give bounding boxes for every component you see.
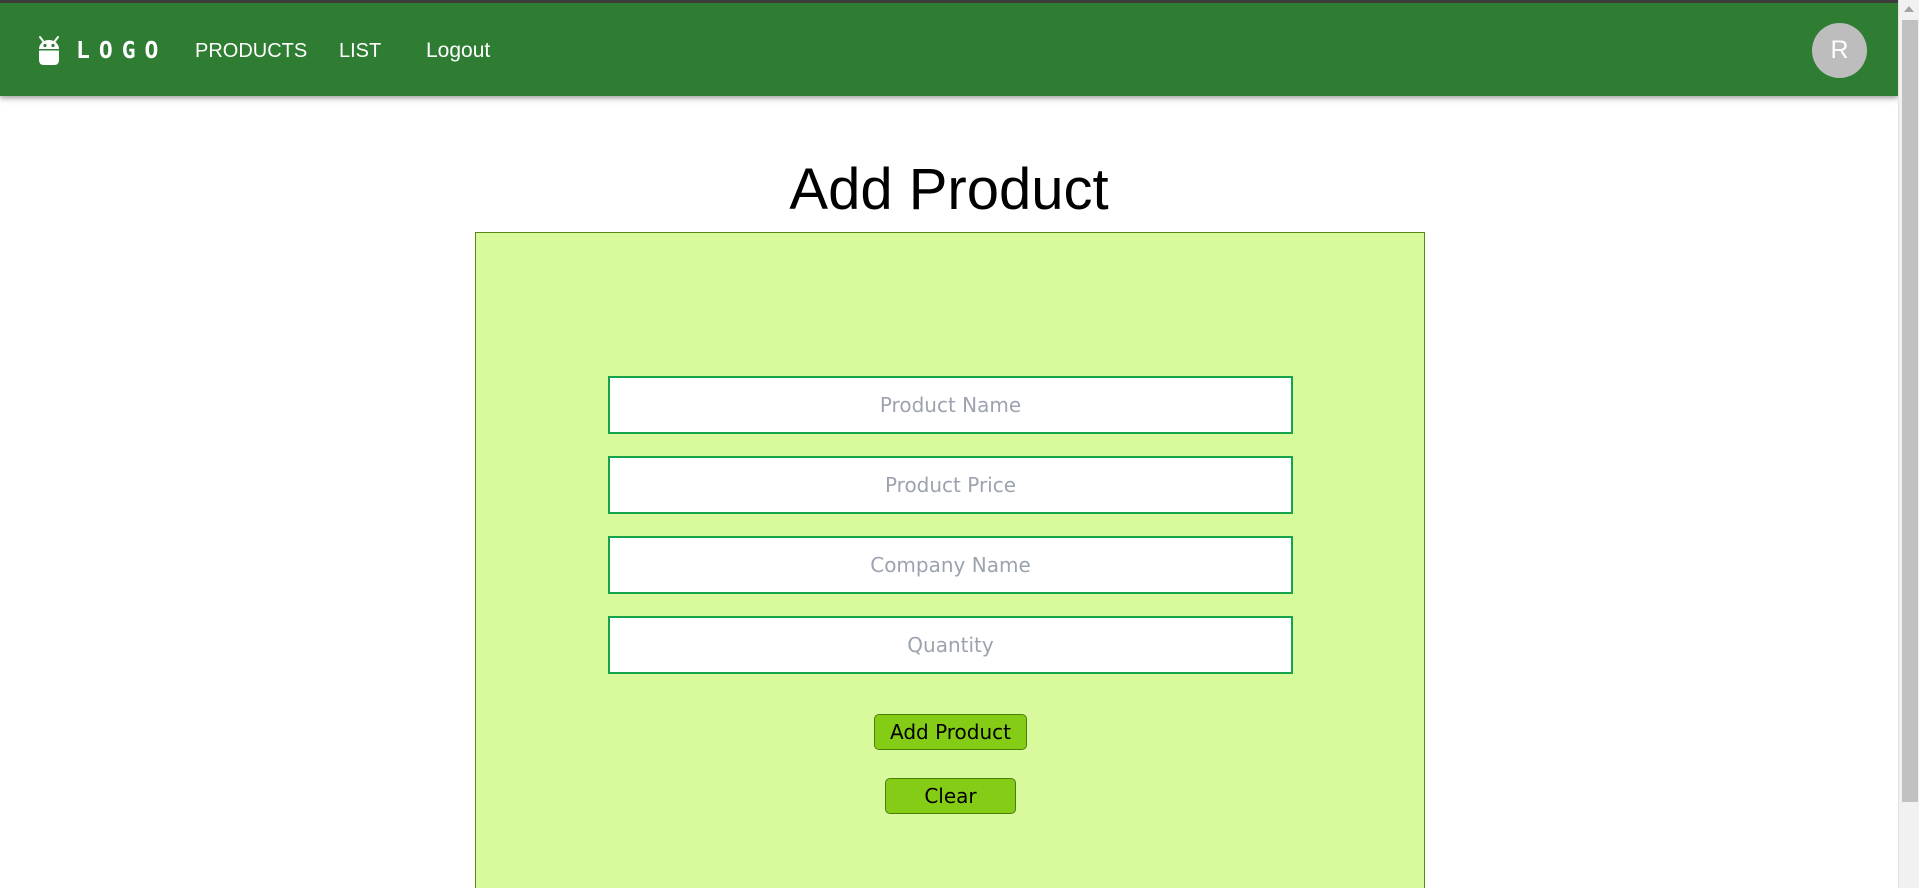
- logo-text: LOGO: [76, 38, 168, 64]
- quantity-input[interactable]: [608, 616, 1293, 674]
- product-name-input[interactable]: [608, 376, 1293, 434]
- page: LOGO PRODUCTS LIST Logout R Add Product …: [0, 0, 1919, 888]
- add-product-form: Add Product Clear: [475, 232, 1425, 888]
- scrollbar-thumb[interactable]: [1902, 20, 1918, 802]
- company-name-input[interactable]: [608, 536, 1293, 594]
- nav-link-logout[interactable]: Logout: [426, 39, 490, 63]
- nav-link-products[interactable]: PRODUCTS: [195, 39, 307, 63]
- scroll-up-arrow-icon[interactable]: [1904, 6, 1914, 12]
- clear-button[interactable]: Clear: [885, 778, 1016, 814]
- brand[interactable]: LOGO: [36, 31, 167, 71]
- nav-link-list[interactable]: LIST: [339, 39, 381, 63]
- add-product-button[interactable]: Add Product: [874, 714, 1027, 750]
- avatar[interactable]: R: [1812, 23, 1867, 78]
- product-price-input[interactable]: [608, 456, 1293, 514]
- vertical-scrollbar[interactable]: [1898, 0, 1919, 888]
- android-icon: [39, 36, 59, 65]
- page-title: Add Product: [789, 157, 1109, 222]
- app-bar: LOGO PRODUCTS LIST Logout R: [0, 0, 1898, 96]
